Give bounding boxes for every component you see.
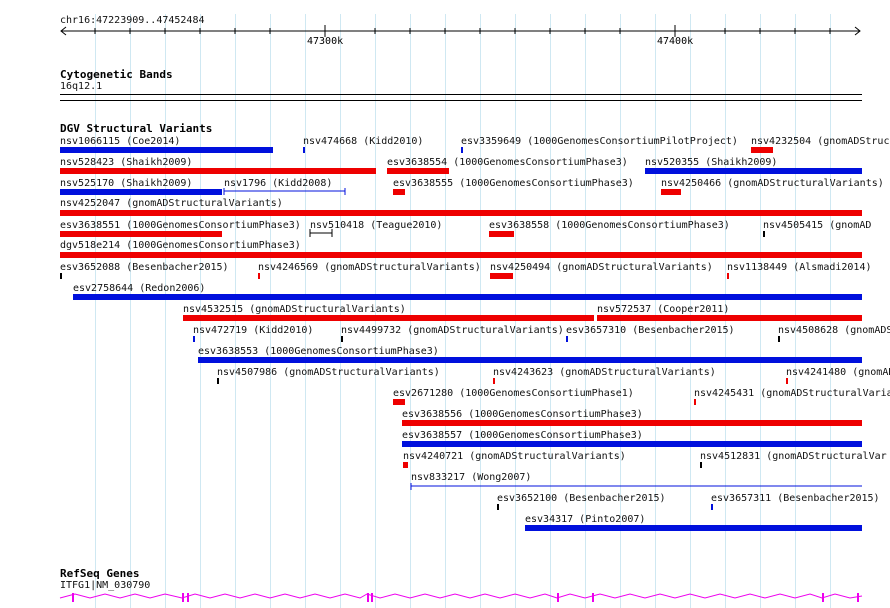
genome-browser-view: chr16:47223909..47452484 47300k 47400k C… bbox=[0, 0, 890, 608]
gene-model[interactable] bbox=[0, 0, 890, 608]
